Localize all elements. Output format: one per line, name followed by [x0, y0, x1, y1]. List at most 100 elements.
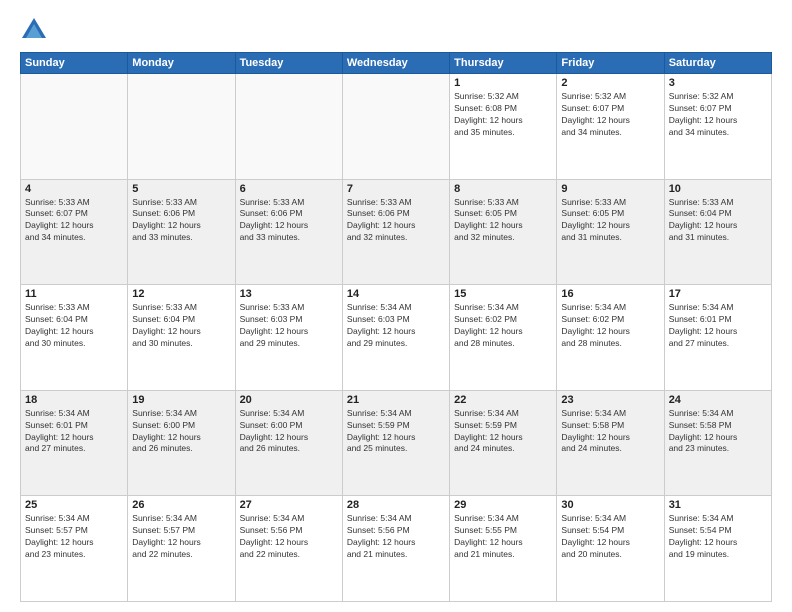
- day-cell: 25 Sunrise: 5:34 AM Sunset: 5:57 PM Dayli…: [21, 496, 128, 602]
- day-cell: 5Sunrise: 5:33 AM Sunset: 6:06 PM Daylig…: [128, 179, 235, 285]
- day-cell: 29 Sunrise: 5:34 AM Sunset: 5:55 PM Dayli…: [450, 496, 557, 602]
- col-header-monday: Monday: [128, 53, 235, 74]
- day-info: Sunrise: 5:34 AM Sunset: 6:01 PM Dayligh…: [669, 302, 767, 350]
- day-cell: 19 Sunrise: 5:34 AM Sunset: 6:00 PM Dayli…: [128, 390, 235, 496]
- day-number: 24: [669, 394, 767, 406]
- day-cell: 12Sunrise: 5:33 AM Sunset: 6:04 PM Dayli…: [128, 285, 235, 391]
- header: [20, 16, 772, 44]
- week-row-3: 11 Sunrise: 5:33 AM Sunset: 6:04 PM Dayli…: [21, 285, 772, 391]
- day-cell: 17 Sunrise: 5:34 AM Sunset: 6:01 PM Dayli…: [664, 285, 771, 391]
- logo: [20, 16, 52, 44]
- day-info: Sunrise: 5:32 AM Sunset: 6:08 PM Dayligh…: [454, 91, 552, 139]
- day-cell: 24 Sunrise: 5:34 AM Sunset: 5:58 PM Dayli…: [664, 390, 771, 496]
- page: SundayMondayTuesdayWednesdayThursdayFrid…: [0, 0, 792, 612]
- day-info: Sunrise: 5:32 AM Sunset: 6:07 PM Dayligh…: [561, 91, 659, 139]
- day-number: 22: [454, 394, 552, 406]
- day-cell: 13 Sunrise: 5:33 AM Sunset: 6:03 PM Dayli…: [235, 285, 342, 391]
- day-number: 25: [25, 499, 123, 511]
- day-number: 17: [669, 288, 767, 300]
- day-cell: 8 Sunrise: 5:33 AM Sunset: 6:05 PM Daylig…: [450, 179, 557, 285]
- day-number: 27: [240, 499, 338, 511]
- day-info: Sunrise: 5:33 AM Sunset: 6:03 PM Dayligh…: [240, 302, 338, 350]
- day-number: 13: [240, 288, 338, 300]
- day-cell: [235, 74, 342, 180]
- day-info: Sunrise: 5:34 AM Sunset: 5:57 PM Dayligh…: [132, 513, 230, 561]
- day-cell: [342, 74, 449, 180]
- calendar-header-row: SundayMondayTuesdayWednesdayThursdayFrid…: [21, 53, 772, 74]
- day-number: 30: [561, 499, 659, 511]
- day-number: 15: [454, 288, 552, 300]
- day-number: 28: [347, 499, 445, 511]
- day-info: Sunrise: 5:34 AM Sunset: 5:57 PM Dayligh…: [25, 513, 123, 561]
- day-info: Sunrise: 5:34 AM Sunset: 5:56 PM Dayligh…: [240, 513, 338, 561]
- day-cell: 3 Sunrise: 5:32 AM Sunset: 6:07 PM Daylig…: [664, 74, 771, 180]
- day-cell: 9Sunrise: 5:33 AM Sunset: 6:05 PM Daylig…: [557, 179, 664, 285]
- week-row-1: 1 Sunrise: 5:32 AM Sunset: 6:08 PM Daylig…: [21, 74, 772, 180]
- day-number: 1: [454, 77, 552, 89]
- day-info: Sunrise: 5:34 AM Sunset: 6:03 PM Dayligh…: [347, 302, 445, 350]
- day-info: Sunrise: 5:34 AM Sunset: 6:00 PM Dayligh…: [132, 408, 230, 456]
- day-info: Sunrise: 5:32 AM Sunset: 6:07 PM Dayligh…: [669, 91, 767, 139]
- week-row-4: 18Sunrise: 5:34 AM Sunset: 6:01 PM Dayli…: [21, 390, 772, 496]
- col-header-wednesday: Wednesday: [342, 53, 449, 74]
- logo-icon: [20, 16, 48, 44]
- day-cell: 23 Sunrise: 5:34 AM Sunset: 5:58 PM Dayli…: [557, 390, 664, 496]
- day-number: 4: [25, 183, 123, 195]
- day-number: 18: [25, 394, 123, 406]
- day-number: 7: [347, 183, 445, 195]
- col-header-tuesday: Tuesday: [235, 53, 342, 74]
- day-cell: 2 Sunrise: 5:32 AM Sunset: 6:07 PM Daylig…: [557, 74, 664, 180]
- day-number: 29: [454, 499, 552, 511]
- day-cell: 10 Sunrise: 5:33 AM Sunset: 6:04 PM Dayli…: [664, 179, 771, 285]
- day-info: Sunrise: 5:34 AM Sunset: 5:59 PM Dayligh…: [454, 408, 552, 456]
- week-row-2: 4Sunrise: 5:33 AM Sunset: 6:07 PM Daylig…: [21, 179, 772, 285]
- day-cell: 7Sunrise: 5:33 AM Sunset: 6:06 PM Daylig…: [342, 179, 449, 285]
- day-number: 31: [669, 499, 767, 511]
- day-info: Sunrise: 5:34 AM Sunset: 5:56 PM Dayligh…: [347, 513, 445, 561]
- day-number: 11: [25, 288, 123, 300]
- day-cell: 18Sunrise: 5:34 AM Sunset: 6:01 PM Dayli…: [21, 390, 128, 496]
- day-cell: [128, 74, 235, 180]
- day-info: Sunrise: 5:33 AM Sunset: 6:04 PM Dayligh…: [132, 302, 230, 350]
- day-info: Sunrise: 5:34 AM Sunset: 6:00 PM Dayligh…: [240, 408, 338, 456]
- day-info: Sunrise: 5:33 AM Sunset: 6:05 PM Dayligh…: [454, 197, 552, 245]
- day-info: Sunrise: 5:33 AM Sunset: 6:04 PM Dayligh…: [669, 197, 767, 245]
- col-header-thursday: Thursday: [450, 53, 557, 74]
- day-cell: 16 Sunrise: 5:34 AM Sunset: 6:02 PM Dayli…: [557, 285, 664, 391]
- day-cell: 4Sunrise: 5:33 AM Sunset: 6:07 PM Daylig…: [21, 179, 128, 285]
- day-cell: 28 Sunrise: 5:34 AM Sunset: 5:56 PM Dayli…: [342, 496, 449, 602]
- day-number: 26: [132, 499, 230, 511]
- day-info: Sunrise: 5:34 AM Sunset: 5:55 PM Dayligh…: [454, 513, 552, 561]
- day-info: Sunrise: 5:34 AM Sunset: 6:02 PM Dayligh…: [561, 302, 659, 350]
- day-info: Sunrise: 5:34 AM Sunset: 5:54 PM Dayligh…: [561, 513, 659, 561]
- day-info: Sunrise: 5:33 AM Sunset: 6:06 PM Dayligh…: [240, 197, 338, 245]
- day-number: 20: [240, 394, 338, 406]
- week-row-5: 25 Sunrise: 5:34 AM Sunset: 5:57 PM Dayli…: [21, 496, 772, 602]
- day-number: 2: [561, 77, 659, 89]
- day-number: 3: [669, 77, 767, 89]
- calendar: SundayMondayTuesdayWednesdayThursdayFrid…: [20, 52, 772, 602]
- day-info: Sunrise: 5:34 AM Sunset: 5:59 PM Dayligh…: [347, 408, 445, 456]
- day-number: 23: [561, 394, 659, 406]
- day-cell: 15 Sunrise: 5:34 AM Sunset: 6:02 PM Dayli…: [450, 285, 557, 391]
- day-number: 10: [669, 183, 767, 195]
- day-cell: 27 Sunrise: 5:34 AM Sunset: 5:56 PM Dayli…: [235, 496, 342, 602]
- day-number: 21: [347, 394, 445, 406]
- day-cell: 30 Sunrise: 5:34 AM Sunset: 5:54 PM Dayli…: [557, 496, 664, 602]
- day-cell: 6 Sunrise: 5:33 AM Sunset: 6:06 PM Daylig…: [235, 179, 342, 285]
- day-number: 6: [240, 183, 338, 195]
- day-info: Sunrise: 5:34 AM Sunset: 5:58 PM Dayligh…: [669, 408, 767, 456]
- day-info: Sunrise: 5:33 AM Sunset: 6:04 PM Dayligh…: [25, 302, 123, 350]
- col-header-friday: Friday: [557, 53, 664, 74]
- day-cell: 26 Sunrise: 5:34 AM Sunset: 5:57 PM Dayli…: [128, 496, 235, 602]
- day-number: 16: [561, 288, 659, 300]
- day-number: 19: [132, 394, 230, 406]
- col-header-saturday: Saturday: [664, 53, 771, 74]
- day-info: Sunrise: 5:33 AM Sunset: 6:05 PM Dayligh…: [561, 197, 659, 245]
- day-info: Sunrise: 5:34 AM Sunset: 6:02 PM Dayligh…: [454, 302, 552, 350]
- day-number: 5: [132, 183, 230, 195]
- day-number: 8: [454, 183, 552, 195]
- day-cell: 22 Sunrise: 5:34 AM Sunset: 5:59 PM Dayli…: [450, 390, 557, 496]
- day-cell: 14Sunrise: 5:34 AM Sunset: 6:03 PM Dayli…: [342, 285, 449, 391]
- day-info: Sunrise: 5:34 AM Sunset: 5:58 PM Dayligh…: [561, 408, 659, 456]
